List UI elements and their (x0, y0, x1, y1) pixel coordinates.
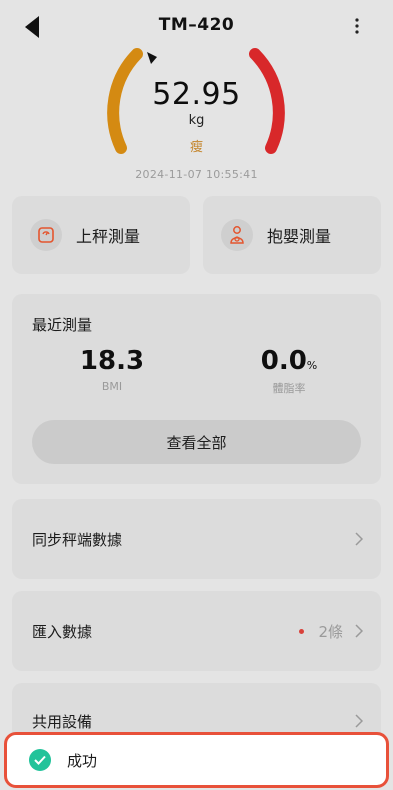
body-fat-unit: % (306, 359, 318, 372)
recent-title: 最近測量 (32, 316, 93, 334)
share-label: 共用設備 (32, 712, 93, 731)
recent-measurement-card: 最近測量 18.3 BMI 0.0% 體脂率 查看全部 (12, 294, 381, 484)
sync-scale-data-row[interactable]: 同步秤端數據 (12, 499, 381, 579)
chevron-right-icon (355, 624, 363, 638)
success-toast: 成功 (4, 732, 389, 788)
weigh-button[interactable]: 上秤測量 (12, 196, 190, 274)
chevron-right-icon (355, 714, 363, 728)
more-options-button[interactable] (349, 14, 365, 38)
import-count: 2條 (318, 622, 343, 641)
weight-value: 52.95 (152, 77, 241, 112)
import-data-row[interactable]: 匯入數據 2條 (12, 591, 381, 671)
bmi-label: BMI (101, 380, 123, 393)
body-status: 瘦 (189, 140, 203, 155)
baby-weigh-label: 抱嬰測量 (267, 227, 332, 246)
baby-icon (221, 219, 253, 251)
check-circle-icon (29, 749, 51, 771)
measurement-timestamp: 2024-11-07 10:55:41 (135, 168, 258, 181)
page-title: TM–420 (158, 15, 235, 35)
chevron-right-icon (355, 532, 363, 546)
view-all-button[interactable]: 查看全部 (32, 420, 361, 464)
notification-dot (299, 628, 305, 634)
body-fat-label: 體脂率 (272, 382, 306, 395)
sync-label: 同步秤端數據 (32, 530, 123, 549)
baby-weigh-button[interactable]: 抱嬰測量 (203, 196, 381, 274)
import-label: 匯入數據 (32, 622, 93, 641)
bmi-value: 18.3 (79, 346, 145, 376)
gauge-pointer (147, 52, 157, 64)
more-vertical-icon (355, 18, 359, 34)
body-fat-value: 0.0% (260, 346, 318, 376)
weight-unit: kg (188, 113, 205, 128)
toast-message: 成功 (67, 751, 98, 770)
scale-icon (30, 219, 62, 251)
weight-gauge: 52.95 kg 瘦 (0, 40, 393, 175)
weigh-label: 上秤測量 (76, 227, 141, 246)
